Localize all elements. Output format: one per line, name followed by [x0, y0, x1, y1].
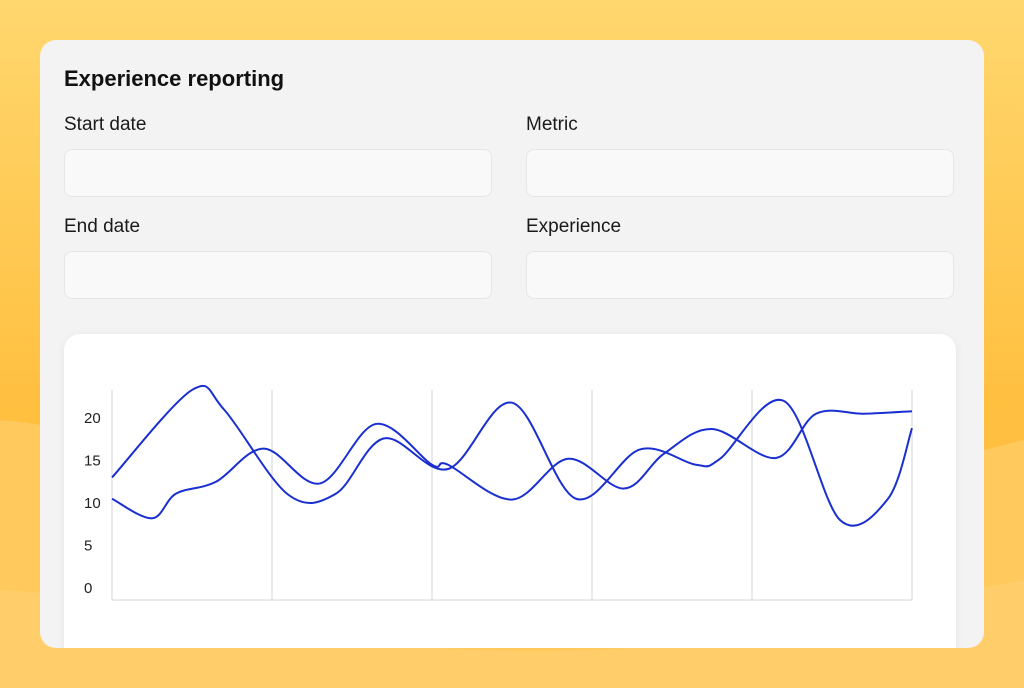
- y-tick-label: 20: [84, 410, 101, 427]
- start-date-label: Start date: [64, 114, 147, 135]
- end-date-input[interactable]: [64, 251, 492, 299]
- line-chart: 0 5 10 15 20: [84, 384, 913, 601]
- start-date-input[interactable]: [64, 149, 492, 197]
- y-tick-label: 15: [84, 453, 101, 470]
- series-line-2: [111, 409, 913, 520]
- experience-input[interactable]: [526, 251, 954, 299]
- y-tick-label: 10: [84, 495, 101, 512]
- chart-card: 0 5 10 15 20: [64, 334, 956, 648]
- metric-label: Metric: [526, 114, 578, 135]
- end-date-label: End date: [64, 216, 141, 237]
- y-tick-label: 0: [84, 580, 92, 597]
- metric-input[interactable]: [526, 149, 954, 197]
- y-tick-label: 5: [84, 538, 92, 555]
- series-line-1: [111, 384, 913, 527]
- report-panel: Experience reporting Start date Metric E…: [40, 40, 984, 648]
- experience-label: Experience: [526, 216, 622, 237]
- page-title: Experience reporting: [64, 66, 285, 91]
